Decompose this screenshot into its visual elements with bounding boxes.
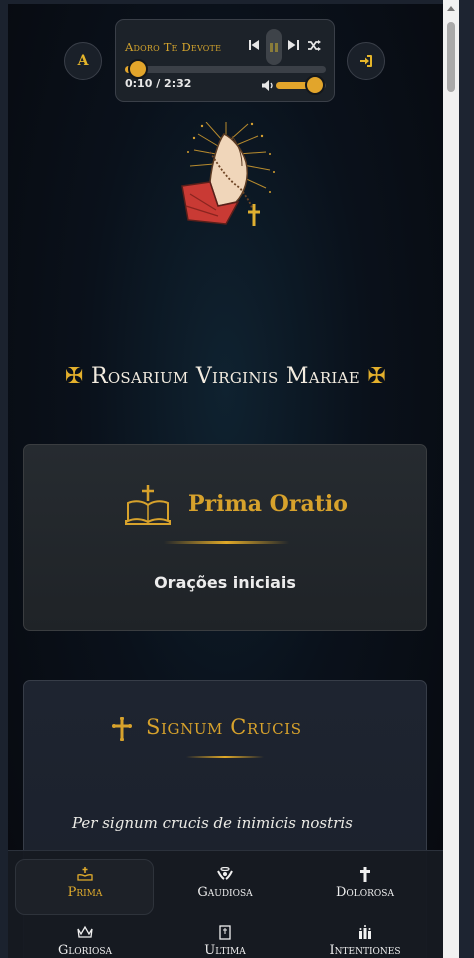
track-title: Adoro Te Devote [125,40,222,54]
nav-item-gloriosa[interactable]: Gloriosa [16,925,154,958]
nav-label-gloriosa: Gloriosa [57,943,113,958]
login-icon [360,55,372,67]
nav-label-dolorosa: Dolorosa [336,885,394,900]
bible-icon [16,867,154,885]
music-player: Adoro Te Devote 0:10 / 2:32 [115,19,335,102]
crown-icon [16,925,154,943]
card-divider [164,541,289,544]
time-display: 0:10 / 2:32 [125,77,192,90]
next-icon [288,40,299,50]
maltese-cross-icon: ✠ [64,364,84,389]
nav-item-prima[interactable]: Prima [16,867,154,900]
nav-item-ultima[interactable]: Ultima [156,925,294,958]
pause-button[interactable] [266,29,282,65]
maltese-cross-icon: ✠ [367,364,387,389]
praying-hands-icon [181,122,275,226]
progress-track[interactable] [125,66,326,73]
scroll-up-arrow-icon[interactable] [447,6,455,11]
nav-label-gaudiosa: Gaudiosa [197,885,253,900]
card-divider [186,756,264,758]
prayer-text: Per signum crucis de inimicis nostris [72,814,353,832]
scrollbar-thumb[interactable] [447,22,455,92]
nav-item-dolorosa[interactable]: Dolorosa [296,867,434,900]
window-edge [459,0,474,958]
previous-button[interactable] [249,40,260,53]
cross-icon [112,717,132,741]
shuffle-icon [308,40,321,51]
volume-handle[interactable] [305,75,325,95]
app-viewport: A Adoro Te Devote 0:10 / 2:32 ✠ Rosarium… [8,4,443,958]
angel-icon [156,866,294,885]
page-title: Rosarium Virginis Mariae [90,364,361,389]
prima-oratio-card[interactable]: Prima Oratio Orações iniciais [23,444,427,631]
volume-icon [262,80,273,91]
card-prima-title: Prima Oratio [188,491,348,517]
book-icon [156,925,294,943]
volume-button[interactable] [262,80,274,94]
next-button[interactable] [288,40,299,53]
card-signum-title: Signum Crucis [146,715,302,739]
previous-icon [249,40,259,50]
progress-handle[interactable] [128,59,149,79]
nav-item-gaudiosa[interactable]: Gaudiosa [156,866,294,900]
nav-label-prima: Prima [67,885,103,900]
font-size-label: A [77,53,89,69]
font-size-button[interactable]: A [64,42,102,80]
page-title-row: ✠ Rosarium Virginis Mariae ✠ [8,364,443,389]
pause-icon [270,42,278,52]
bible-cross-icon [125,485,171,525]
card-prima-subtitle: Orações iniciais [154,573,296,592]
page-scrollbar[interactable] [443,0,459,958]
candles-icon [296,925,434,943]
nav-label-ultima: Ultima [204,943,246,958]
shuffle-button[interactable] [308,40,321,54]
login-button[interactable] [347,42,385,80]
nav-item-intentiones[interactable]: Intentiones [296,925,434,958]
nav-label-intentiones: Intentiones [329,943,401,958]
bottom-navigation: Prima Gaudiosa Dolorosa Gloriosa Ultima [8,850,443,958]
cross-icon [296,867,434,885]
